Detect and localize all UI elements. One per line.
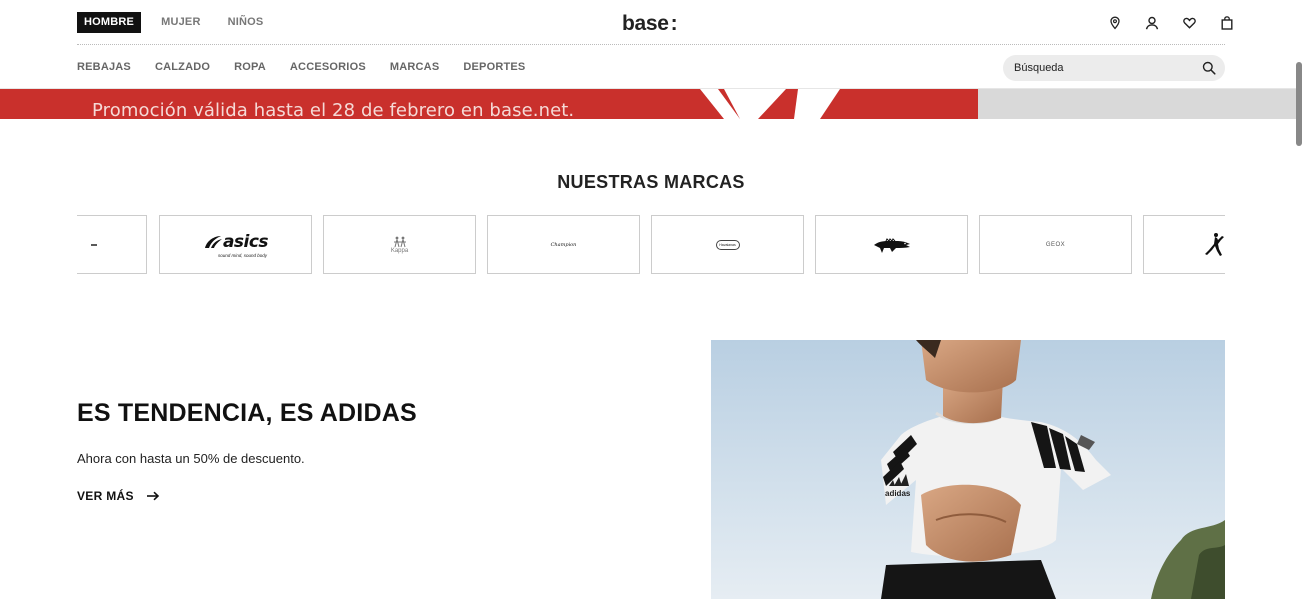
gender-tab-ninos[interactable]: NIÑOS [221,12,271,33]
asics-wordmark: asics [222,231,269,252]
asics-tagline: sound mind, sound body [217,252,268,258]
search-input[interactable] [1014,55,1194,81]
gender-nav: HOMBRE MUJER NIÑOS [77,12,283,33]
geox-wordmark: GEOX [1045,241,1066,248]
havaianas-wordmark: Havaianas [719,242,736,247]
nav-item-marcas[interactable]: MARCAS [390,61,439,73]
hero-title: ES TENDENCIA, ES ADIDAS [77,399,417,427]
gender-tab-hombre[interactable]: HOMBRE [77,12,142,33]
kappa-wordmark: Kappa [390,247,409,254]
asics-stripes-icon [204,235,222,248]
asics-logo: asics sound mind, sound body [203,231,269,258]
user-icon[interactable] [1134,14,1172,32]
search-box [1003,55,1225,81]
kappa-logo: Kappa [389,236,411,254]
promo-graphic [700,89,840,119]
header-bottom-border [0,88,1302,89]
nav-item-rebajas[interactable]: REBAJAS [77,61,131,73]
lacoste-crocodile-icon [871,231,912,258]
header-icons [1096,14,1246,32]
brand-carousel: asics sound mind, sound body Kappa Champ… [77,215,1225,274]
site-logo[interactable]: base: [622,12,678,36]
brand-card-partial[interactable] [77,215,147,274]
search-icon[interactable] [1202,61,1216,80]
nav-item-deportes[interactable]: DEPORTES [463,61,525,73]
category-nav: REBAJAS CALZADO ROPA ACCESORIOS MARCAS D… [77,61,549,73]
nav-item-accesorios[interactable]: ACCESORIOS [290,61,366,73]
promo-banner[interactable]: Promoción válida hasta el 28 de febrero … [0,89,1302,119]
nav-item-ropa[interactable]: ROPA [234,61,266,73]
brand-card-champion[interactable]: Champion [487,215,640,274]
promo-banner-grey-area [978,89,1302,119]
hero-subtitle: Ahora con hasta un 50% de descuento. [77,451,305,466]
arrow-right-icon [146,491,159,501]
hero-cta-link[interactable]: VER MÁS [77,489,160,503]
jordan-jumpman-icon [1204,232,1224,256]
brand-card-kappa[interactable]: Kappa [323,215,476,274]
page-scrollbar[interactable] [1296,62,1302,146]
site-header: HOMBRE MUJER NIÑOS base: REBAJAS CALZADO… [0,0,1302,89]
logo-colon-mark: : [670,12,678,35]
logo-text: base [622,12,669,35]
shopping-bag-icon[interactable] [1209,14,1247,32]
nav-item-calzado[interactable]: CALZADO [155,61,210,73]
heart-icon[interactable] [1171,14,1209,32]
brand-card-lacoste[interactable] [815,215,968,274]
brand-card-havaianas[interactable]: Havaianas [651,215,804,274]
brand-logo-partial-icon [90,243,97,246]
location-pin-icon[interactable] [1096,14,1134,32]
havaianas-logo: Havaianas [715,239,740,250]
kappa-figures-icon [393,236,406,247]
promo-text: Promoción válida hasta el 28 de febrero … [92,100,575,119]
brands-section-title: NUESTRAS MARCAS [557,172,745,192]
hero-photo: adidas [711,340,1225,599]
adidas-chest-text: adidas [885,489,911,498]
brand-card-jordan[interactable] [1143,215,1225,274]
brand-card-geox[interactable]: GEOX [979,215,1132,274]
champion-wordmark: Champion [550,241,577,248]
gender-tab-mujer[interactable]: MUJER [154,12,208,33]
header-divider [77,44,1225,45]
hero-cta-label: VER MÁS [77,489,134,503]
brand-card-asics[interactable]: asics sound mind, sound body [159,215,312,274]
hero-image-adidas[interactable]: adidas [711,340,1225,599]
